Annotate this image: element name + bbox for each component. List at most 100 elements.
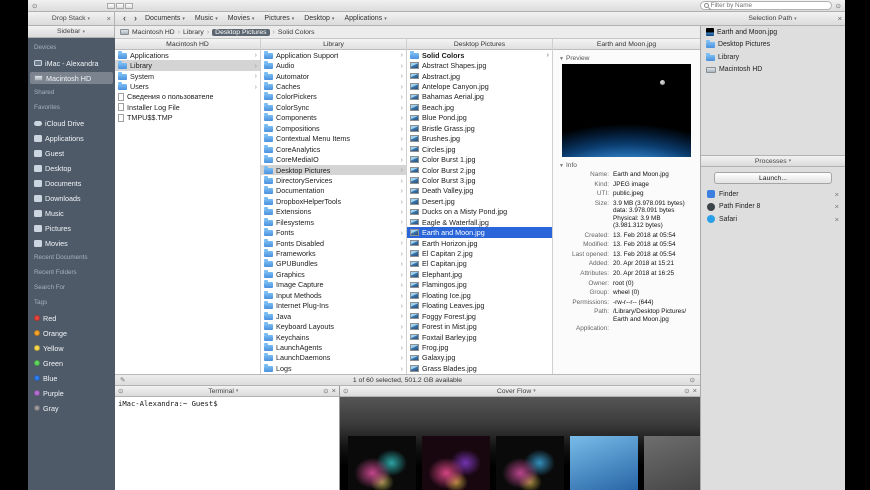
file-row-frameworks[interactable]: Frameworks›	[261, 248, 406, 258]
file-row-extensions[interactable]: Extensions›	[261, 207, 406, 217]
file-row-abstract-jpg[interactable]: Abstract.jpg	[407, 71, 552, 81]
forward-button[interactable]: ›	[134, 14, 137, 23]
sidebar-item-icloud-drive[interactable]: iCloud Drive	[30, 117, 113, 129]
file-row-solid-colors[interactable]: Solid Colors›	[407, 50, 552, 60]
file-row-floating-ice-jpg[interactable]: Floating Ice.jpg	[407, 290, 552, 300]
file-row-coremediaio[interactable]: CoreMediaIO›	[261, 154, 406, 164]
file-row-fonts[interactable]: Fonts›	[261, 227, 406, 237]
file-row-image-capture[interactable]: Image Capture›	[261, 280, 406, 290]
file-row-java[interactable]: Java›	[261, 311, 406, 321]
file-row-system[interactable]: System›	[115, 71, 260, 81]
close-icon[interactable]: ×	[693, 387, 697, 395]
file-row-input-methods[interactable]: Input Methods›	[261, 290, 406, 300]
file-row-application-support[interactable]: Application Support›	[261, 50, 406, 60]
close-icon[interactable]: ×	[332, 387, 336, 395]
close-icon[interactable]: ×	[835, 203, 839, 211]
process-path-finder-8[interactable]: Path Finder 8×	[701, 201, 845, 214]
file-row-earth-horizon-jpg[interactable]: Earth Horizon.jpg	[407, 238, 552, 248]
file-row-components[interactable]: Components›	[261, 113, 406, 123]
file-row-blue-pond-jpg[interactable]: Blue Pond.jpg	[407, 113, 552, 123]
coverflow-header[interactable]: ⊙ Cover Flow ▾ ⊙ ×	[340, 386, 700, 397]
file-row-color-burst-2-jpg[interactable]: Color Burst 2.jpg	[407, 165, 552, 175]
status-action-icon[interactable]: ⊙	[690, 376, 695, 384]
file-row-ducks-on-a-misty-pond-jpg[interactable]: Ducks on a Misty Pond.jpg	[407, 207, 552, 217]
coverflow-thumb-burst-pink[interactable]	[422, 436, 490, 490]
toolbar-menu-desktop[interactable]: Desktop▾	[304, 15, 334, 22]
sidebar-item-pictures[interactable]: Pictures	[30, 222, 113, 234]
column-list[interactable]: Applications›Library›System›Users›Сведен…	[115, 50, 260, 374]
terminal-body[interactable]: iMac-Alexandra:~ Guest$	[115, 397, 339, 490]
processes-header[interactable]: Processes ▾	[701, 155, 845, 167]
edit-status-icon[interactable]: ✎	[120, 376, 125, 384]
file-row-desert-jpg[interactable]: Desert.jpg	[407, 196, 552, 206]
breadcrumb-item-desktop-pictures[interactable]: Desktop Pictures	[212, 29, 269, 36]
close-icon[interactable]: ×	[838, 15, 842, 23]
file-row-automator[interactable]: Automator›	[261, 71, 406, 81]
sidebar-item-desktop[interactable]: Desktop	[30, 162, 113, 174]
file-row-applications[interactable]: Applications›	[115, 50, 260, 60]
close-icon[interactable]: ×	[835, 191, 839, 199]
file-row-tmpu-tmp[interactable]: TMPU$$.TMP	[115, 113, 260, 123]
file-row-elephant-jpg[interactable]: Elephant.jpg	[407, 269, 552, 279]
file-row-bahamas-aerial-jpg[interactable]: Bahamas Aerial.jpg	[407, 92, 552, 102]
sidebar-item-yellow[interactable]: Yellow	[30, 342, 113, 354]
file-row-el-capitan-2-jpg[interactable]: El Capitan 2.jpg	[407, 248, 552, 258]
file-row-brushes-jpg[interactable]: Brushes.jpg	[407, 134, 552, 144]
sidebar-item-applications[interactable]: Applications	[30, 132, 113, 144]
file-row-color-burst-3-jpg[interactable]: Color Burst 3.jpg	[407, 175, 552, 185]
view-mode-icon[interactable]	[125, 3, 133, 9]
view-mode-segment[interactable]	[107, 3, 133, 9]
sidebar-item-red[interactable]: Red	[30, 312, 113, 324]
selection-path-item-desktop-pictures[interactable]: Desktop Pictures	[701, 39, 845, 52]
file-row-earth-and-moon-jpg[interactable]: Earth and Moon.jpg	[407, 227, 552, 237]
file-row-frog-jpg[interactable]: Frog.jpg	[407, 342, 552, 352]
file-row-dropboxhelpertools[interactable]: DropboxHelperTools›	[261, 196, 406, 206]
filter-options-icon[interactable]: ⊙	[836, 2, 841, 10]
selection-path-item-earth-and-moon-jpg[interactable]: Earth and Moon.jpg	[701, 26, 845, 39]
file-row-antelope-canyon-jpg[interactable]: Antelope Canyon.jpg	[407, 81, 552, 91]
selection-path-item-library[interactable]: Library	[701, 51, 845, 64]
file-row-keychains[interactable]: Keychains›	[261, 332, 406, 342]
filter-field[interactable]	[700, 1, 832, 10]
file-row-floating-leaves-jpg[interactable]: Floating Leaves.jpg	[407, 301, 552, 311]
file-row-library[interactable]: Library›	[115, 60, 260, 70]
file-row-bristle-grass-jpg[interactable]: Bristle Grass.jpg	[407, 123, 552, 133]
sidebar-item-downloads[interactable]: Downloads	[30, 192, 113, 204]
selection-path-header[interactable]: Selection Path ▾ ×	[700, 12, 845, 26]
sidebar-item-green[interactable]: Green	[30, 357, 113, 369]
file-row-abstract-shapes-jpg[interactable]: Abstract Shapes.jpg	[407, 60, 552, 70]
view-mode-icon[interactable]	[116, 3, 124, 9]
file-row-internet-plug-ins[interactable]: Internet Plug-Ins›	[261, 301, 406, 311]
file-row-compositions[interactable]: Compositions›	[261, 123, 406, 133]
file-row-gpubundles[interactable]: GPUBundles›	[261, 259, 406, 269]
panel-action-icon[interactable]: ⊙	[323, 387, 328, 395]
toolbar-menu-pictures[interactable]: Pictures▾	[264, 15, 294, 22]
terminal-header[interactable]: ⊙ Terminal ▾ ⊙ ×	[115, 386, 339, 397]
sidebar-item-guest[interactable]: Guest	[30, 147, 113, 159]
breadcrumb-item-library[interactable]: Library	[183, 29, 204, 36]
sidebar-item-blue[interactable]: Blue	[30, 372, 113, 384]
breadcrumb-item-solid-colors[interactable]: Solid Colors	[278, 29, 315, 36]
file-row-circles-jpg[interactable]: Circles.jpg	[407, 144, 552, 154]
info-section-toggle[interactable]: ▼ Info	[559, 162, 694, 169]
selection-path-item-macintosh-hd[interactable]: Macintosh HD	[701, 64, 845, 77]
file-row-users[interactable]: Users›	[115, 81, 260, 91]
view-mode-icon[interactable]	[107, 3, 115, 9]
file-row-foxtail-barley-jpg[interactable]: Foxtail Barley.jpg	[407, 332, 552, 342]
file-row-contextual-menu-items[interactable]: Contextual Menu Items›	[261, 134, 406, 144]
file-row-fonts-disabled[interactable]: Fonts Disabled›	[261, 238, 406, 248]
file-row-caches[interactable]: Caches›	[261, 81, 406, 91]
file-row-eagle-waterfall-jpg[interactable]: Eagle & Waterfall.jpg	[407, 217, 552, 227]
file-row-death-valley-jpg[interactable]: Death Valley.jpg	[407, 186, 552, 196]
file-row-flamingos-jpg[interactable]: Flamingos.jpg	[407, 280, 552, 290]
sidebar-item-gray[interactable]: Gray	[30, 402, 113, 414]
file-row-forest-in-mist-jpg[interactable]: Forest in Mist.jpg	[407, 321, 552, 331]
sidebar-item-movies[interactable]: Movies	[30, 237, 113, 249]
process-safari[interactable]: Safari×	[701, 213, 845, 226]
file-row-coreanalytics[interactable]: CoreAnalytics›	[261, 144, 406, 154]
preview-section-toggle[interactable]: ▼ Preview	[559, 55, 694, 62]
sidebar-item-imac-alexandra[interactable]: iMac - Alexandra	[30, 57, 113, 69]
breadcrumb-item-macintosh-hd[interactable]: Macintosh HD	[132, 29, 175, 36]
file-row-colorsync[interactable]: ColorSync›	[261, 102, 406, 112]
file-row-documentation[interactable]: Documentation›	[261, 186, 406, 196]
